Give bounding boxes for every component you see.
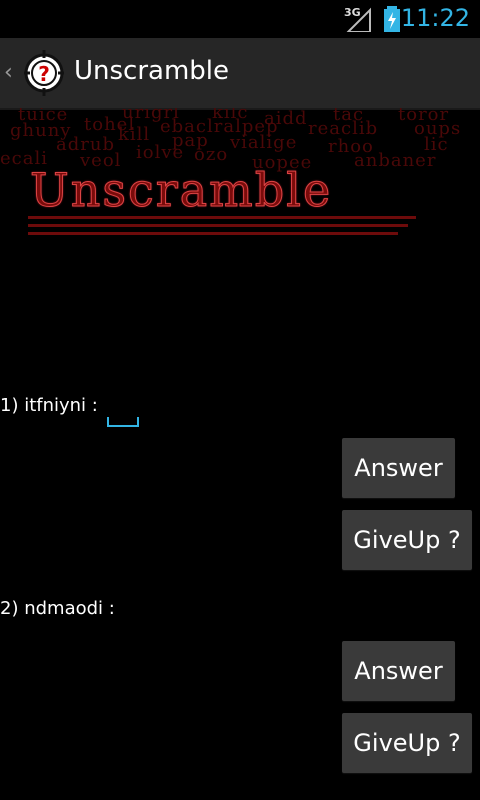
- logo-banner: tuice urigrl kilc aidd tac toror ghuny t…: [0, 108, 480, 238]
- action-bar: ‹ ? Unscramble: [0, 38, 480, 110]
- scrambled-word: iolve: [136, 142, 185, 163]
- answer-input[interactable]: [107, 417, 139, 427]
- chevron-left-icon[interactable]: ‹: [4, 60, 13, 85]
- giveup-button[interactable]: GiveUp ?: [342, 510, 472, 570]
- scrambled-word: anbaner: [354, 150, 437, 171]
- target-question-icon[interactable]: ?: [24, 50, 64, 96]
- status-bar: 3G 11:22: [0, 0, 480, 38]
- answer-button[interactable]: Answer: [342, 438, 455, 498]
- answer-button[interactable]: Answer: [342, 641, 455, 701]
- scrambled-word: vialige: [230, 132, 298, 153]
- giveup-button[interactable]: GiveUp ?: [342, 713, 472, 773]
- question-label: 2) ndmaodi :: [0, 598, 115, 619]
- logo-underline: [28, 216, 416, 219]
- battery-icon: [384, 6, 400, 32]
- network-signal-icon: 3G: [344, 6, 372, 32]
- app-logo: Unscramble: [29, 163, 333, 218]
- svg-text:?: ?: [38, 62, 50, 86]
- question-label: 1) itfniyni :: [0, 395, 98, 416]
- page-title: Unscramble: [74, 56, 230, 86]
- scrambled-word: ozo: [194, 144, 229, 165]
- logo-underline: [28, 232, 398, 235]
- clock: 11:22: [400, 4, 470, 32]
- logo-underline: [28, 224, 408, 227]
